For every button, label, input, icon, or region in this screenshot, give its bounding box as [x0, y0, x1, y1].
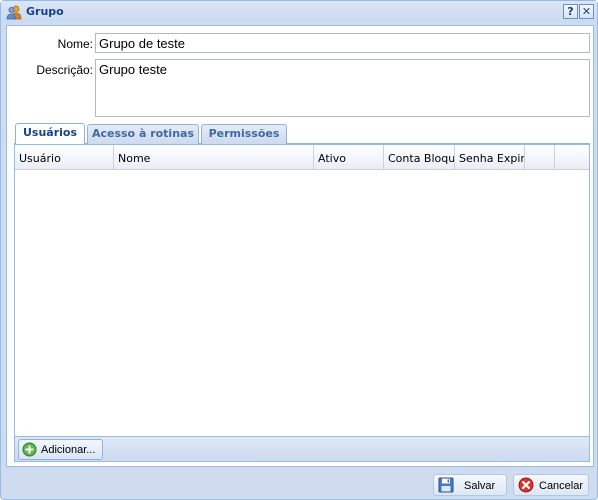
descricao-label: Descrição:: [36, 63, 93, 77]
tab-usuarios[interactable]: Usuários: [15, 123, 85, 145]
tab-strip: Usuários Acesso à rotinas Permissões: [14, 123, 590, 145]
grid-toolbar: Adicionar...: [15, 436, 589, 461]
close-button[interactable]: ✕: [579, 4, 594, 19]
column-header-extra[interactable]: [525, 145, 555, 170]
floppy-disk-icon: [438, 477, 454, 493]
cancel-label: Cancelar: [539, 480, 584, 492]
group-icon: [6, 4, 22, 20]
grid-header: Usuário Nome Ativo Conta Bloque Senha Ex…: [15, 144, 589, 170]
users-grid: Usuário Nome Ativo Conta Bloque Senha Ex…: [14, 144, 590, 462]
column-header-conta-bloqueada[interactable]: Conta Bloque: [384, 145, 455, 170]
add-user-button[interactable]: Adicionar...: [18, 439, 103, 460]
column-header-usuario[interactable]: Usuário: [15, 145, 114, 170]
add-circle-icon: [22, 442, 37, 457]
cancel-icon: [518, 477, 534, 493]
title-bar[interactable]: Grupo ? ✕: [1, 1, 597, 23]
nome-field[interactable]: [95, 33, 590, 53]
nome-label: Nome:: [57, 37, 93, 51]
grid-body[interactable]: [15, 170, 589, 436]
save-label: Salvar: [464, 480, 496, 492]
dialog-body: Nome: Descrição: Grupo teste Usuários Ac…: [6, 25, 594, 467]
add-user-label: Adicionar...: [41, 444, 96, 456]
group-dialog: Grupo ? ✕ Nome: Descrição: Grupo teste U…: [0, 0, 598, 500]
column-header-ativo[interactable]: Ativo: [314, 145, 384, 170]
descricao-field[interactable]: Grupo teste: [95, 59, 590, 117]
cancel-button[interactable]: Cancelar: [513, 474, 589, 496]
tab-permissoes[interactable]: Permissões: [201, 124, 287, 144]
window-title: Grupo: [26, 5, 64, 18]
column-header-senha-expirou[interactable]: Senha Expiro: [455, 145, 525, 170]
tab-acesso-rotinas[interactable]: Acesso à rotinas: [87, 124, 199, 144]
save-button[interactable]: Salvar: [433, 474, 507, 496]
column-header-nome[interactable]: Nome: [114, 145, 314, 170]
help-button[interactable]: ?: [563, 4, 578, 19]
